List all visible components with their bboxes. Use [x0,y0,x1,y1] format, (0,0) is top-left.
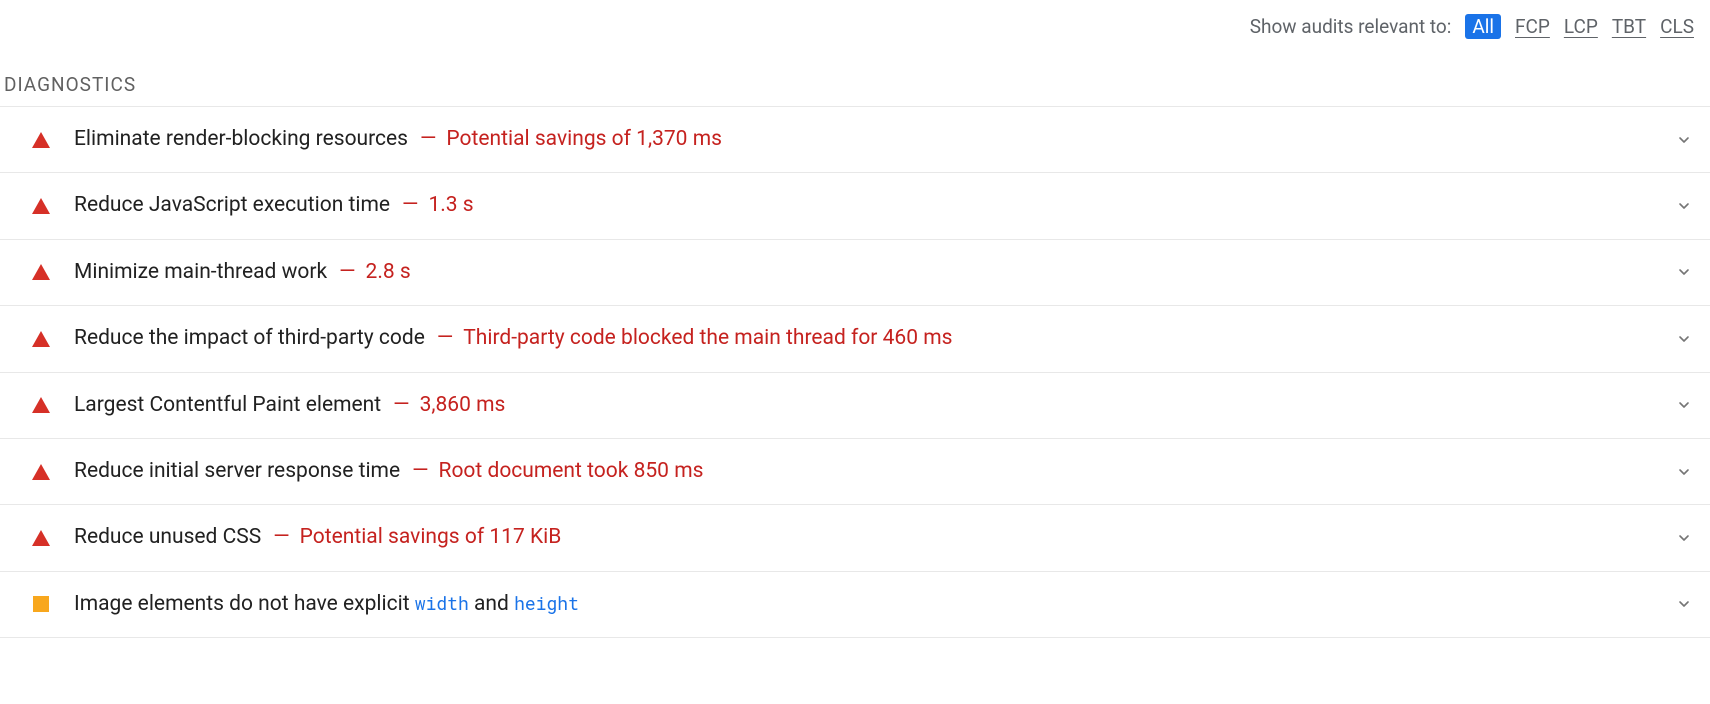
filter-option-lcp[interactable]: LCP [1564,15,1598,38]
filter-option-cls[interactable]: CLS [1660,15,1694,38]
audit-content: Image elements do not have explicit widt… [74,590,579,619]
audit-detail: 2.8 s [366,260,411,284]
audit-title-text: and [469,592,514,616]
audit-detail: 1.3 s [428,193,473,217]
audit-separator: — [437,326,453,350]
audit-content: Minimize main-thread work — 2.8 s [74,258,411,287]
audit-content: Reduce JavaScript execution time — 1.3 s [74,191,474,220]
square-warn-icon [30,593,52,615]
section-header-diagnostics: DIAGNOSTICS [0,51,1710,106]
audit-content: Reduce initial server response time — Root… [74,457,703,486]
audit-separator: — [273,525,289,549]
chevron-down-icon [1674,262,1694,282]
audit-title: Reduce the impact of third-party code [74,326,425,350]
code-token: height [514,591,579,615]
chevron-down-icon [1674,196,1694,216]
triangle-fail-icon [30,461,52,483]
filter-bar: Show audits relevant to: All FCP LCP TBT CLS [0,8,1710,51]
filter-option-tbt[interactable]: TBT [1612,15,1646,38]
triangle-fail-icon [30,261,52,283]
audit-detail: Third-party code blocked the main thread… [463,326,952,350]
audit-separator: — [412,459,428,483]
filter-option-all[interactable]: All [1465,14,1501,39]
chevron-down-icon [1674,594,1694,614]
audit-row[interactable]: Largest Contentful Paint element — 3,860 m… [0,373,1710,439]
audit-content: Reduce unused CSS — Potential savings of 1… [74,523,561,552]
audit-separator: — [393,393,409,417]
chevron-down-icon [1674,329,1694,349]
triangle-fail-icon [30,394,52,416]
audit-title: Eliminate render-blocking resources [74,127,408,151]
filter-option-fcp[interactable]: FCP [1515,15,1550,38]
audit-content: Eliminate render-blocking resources — Pote… [74,125,722,154]
chevron-down-icon [1674,395,1694,415]
triangle-fail-icon [30,195,52,217]
audit-title: Reduce initial server response time [74,459,400,483]
audit-detail: Potential savings of 117 KiB [300,525,562,549]
chevron-down-icon [1674,462,1694,482]
chevron-down-icon [1674,130,1694,150]
audit-row[interactable]: Image elements do not have explicit widt… [0,572,1710,638]
audit-row[interactable]: Reduce the impact of third-party code — Th… [0,306,1710,372]
filter-label: Show audits relevant to: [1250,15,1452,38]
audit-title: Reduce JavaScript execution time [74,193,390,217]
code-token: width [415,591,469,615]
audit-row[interactable]: Reduce initial server response time — Root… [0,439,1710,505]
filter-options: All FCP LCP TBT CLS [1465,14,1694,39]
audit-row[interactable]: Reduce JavaScript execution time — 1.3 s [0,173,1710,239]
audit-row[interactable]: Reduce unused CSS — Potential savings of 1… [0,505,1710,571]
triangle-fail-icon [30,129,52,151]
audit-detail: Potential savings of 1,370 ms [446,127,722,151]
audit-title: Minimize main-thread work [74,260,327,284]
audit-content: Reduce the impact of third-party code — Th… [74,324,953,353]
audit-separator: — [402,193,418,217]
triangle-fail-icon [30,328,52,350]
chevron-down-icon [1674,528,1694,548]
audit-title: Largest Contentful Paint element [74,393,381,417]
audit-list: Eliminate render-blocking resources — Pote… [0,106,1710,638]
triangle-fail-icon [30,527,52,549]
audit-row[interactable]: Eliminate render-blocking resources — Pote… [0,107,1710,173]
audit-detail: 3,860 ms [420,393,506,417]
audit-separator: — [420,127,436,151]
audit-title: Reduce unused CSS [74,525,261,549]
audit-content: Largest Contentful Paint element — 3,860 m… [74,391,505,420]
audit-detail: Root document took 850 ms [439,459,704,483]
audit-row[interactable]: Minimize main-thread work — 2.8 s [0,240,1710,306]
audit-separator: — [339,260,355,284]
audit-title-text: Image elements do not have explicit [74,592,415,616]
